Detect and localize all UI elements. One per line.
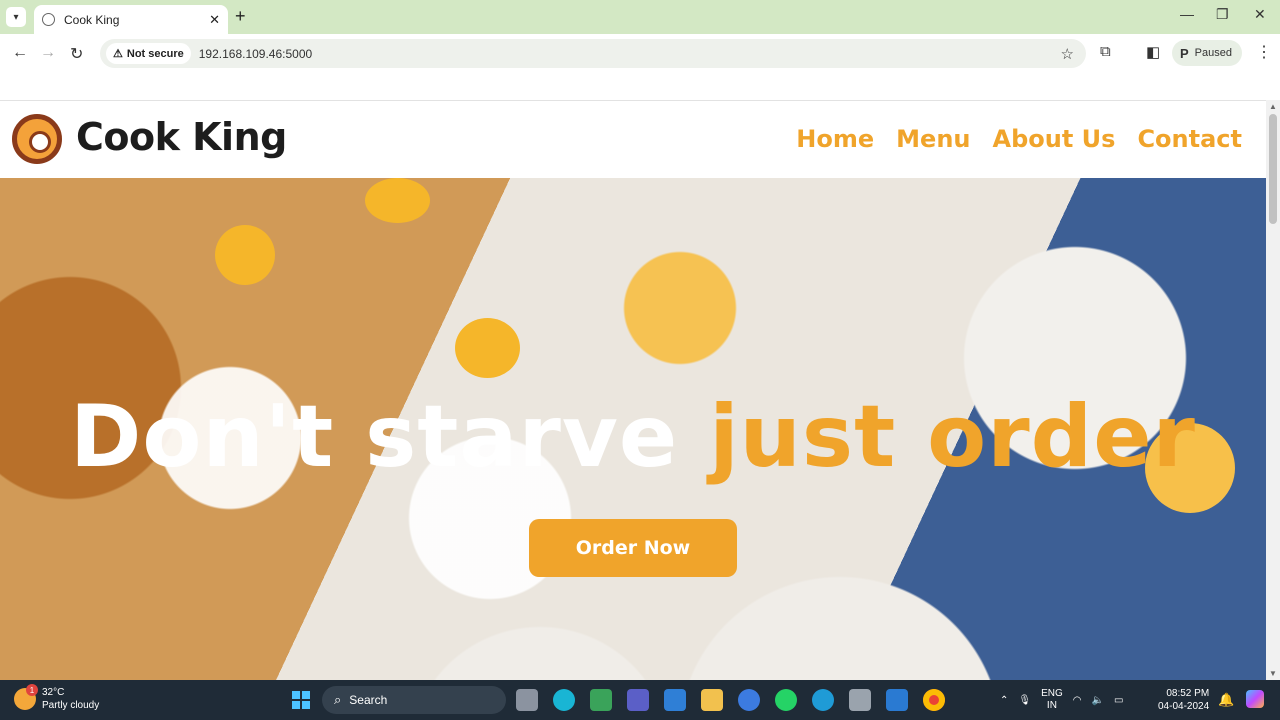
tab-search-button[interactable]: ▾ (6, 7, 26, 27)
battery-icon[interactable]: ▭ (1114, 695, 1123, 706)
nav-about-us[interactable]: About Us (993, 125, 1116, 153)
site-header: Cook King Home Menu About Us Contact (0, 101, 1266, 178)
system-tray: ⌃ 🎙 ENG IN ◠ 🔈 ▭ (1000, 688, 1123, 712)
nav-home[interactable]: Home (796, 125, 874, 153)
globe-icon (42, 13, 55, 26)
web-page: Cook King Home Menu About Us Contact Don… (0, 100, 1266, 680)
wifi-icon[interactable]: ◠ (1073, 695, 1082, 706)
meet-icon[interactable] (590, 689, 612, 711)
microphone-icon[interactable]: 🎙 (1018, 695, 1031, 706)
egg-yolk-image (215, 225, 275, 285)
windows-start-icon[interactable] (292, 691, 310, 709)
headline-white-text: Don't starve (70, 387, 710, 487)
url-text[interactable]: 192.168.109.46:5000 (199, 47, 312, 61)
lang-line2: IN (1046, 700, 1057, 711)
pinned-apps (516, 689, 945, 711)
egg-yolk-image (455, 318, 520, 378)
nav-menu[interactable]: Menu (896, 125, 970, 153)
browser-tab-bar: ▾ Cook King ✕ + — ❐ ✕ (0, 0, 1280, 34)
warning-icon: ⚠ (113, 48, 123, 60)
minimize-icon[interactable]: — (1180, 6, 1194, 22)
bookmark-star-icon[interactable]: ☆ (1061, 45, 1074, 63)
browser-toolbar: ← → ↻ ⚠ Not secure 192.168.109.46:5000 ☆… (0, 34, 1280, 72)
volume-icon[interactable]: 🔈 (1092, 695, 1104, 706)
vscode-icon[interactable] (886, 689, 908, 711)
back-icon[interactable]: ← (12, 44, 28, 62)
weather-condition: Partly cloudy (42, 700, 100, 711)
weather-widget[interactable]: 1 32°C Partly cloudy (14, 684, 100, 712)
notification-badge: 1 (26, 684, 38, 696)
side-panel-icon[interactable]: ◧ (1146, 43, 1160, 61)
file-explorer-icon[interactable] (701, 689, 723, 711)
clock-date: 04-04-2024 (1158, 701, 1210, 712)
store-icon[interactable] (664, 689, 686, 711)
address-bar[interactable]: ⚠ Not secure 192.168.109.46:5000 ☆ (100, 39, 1086, 68)
new-tab-button[interactable]: + (235, 6, 246, 27)
extensions-icon[interactable]: ⧉ (1100, 43, 1111, 60)
taskbar-search[interactable]: ⌕ Search (322, 686, 506, 714)
scrollbar-thumb[interactable] (1269, 114, 1277, 224)
nav-contact[interactable]: Contact (1137, 125, 1242, 153)
search-icon: ⌕ (334, 692, 342, 707)
tab-title: Cook King (64, 12, 120, 27)
weather-icon: 1 (14, 684, 38, 710)
profile-button[interactable]: P Paused (1172, 40, 1242, 66)
taskbar-clock[interactable]: 08:52 PM 04-04-2024 (1158, 687, 1209, 713)
teams-icon[interactable] (627, 689, 649, 711)
notification-bell-icon[interactable]: 🔔 (1218, 692, 1234, 708)
scroll-down-icon[interactable]: ▼ (1269, 669, 1277, 678)
copilot-icon[interactable] (1246, 690, 1264, 708)
chrome-icon[interactable] (923, 689, 945, 711)
profile-status: Paused (1194, 47, 1232, 59)
task-view-icon[interactable] (516, 689, 538, 711)
windows-taskbar: 1 32°C Partly cloudy ⌕ Search ⌃ 🎙 ENG IN… (0, 680, 1280, 720)
search-placeholder: Search (349, 693, 388, 707)
close-tab-icon[interactable]: ✕ (209, 12, 220, 28)
chevron-up-icon[interactable]: ⌃ (1000, 695, 1008, 706)
main-nav: Home Menu About Us Contact (796, 125, 1242, 153)
hero-headline: Don't starve just order (0, 387, 1266, 487)
forward-icon[interactable]: → (40, 44, 56, 62)
clock-time: 08:52 PM (1166, 688, 1210, 699)
app-icon[interactable] (738, 689, 760, 711)
order-now-button[interactable]: Order Now (529, 519, 737, 577)
edge-icon[interactable] (812, 689, 834, 711)
brand-name[interactable]: Cook King (76, 115, 287, 159)
close-window-icon[interactable]: ✕ (1254, 6, 1266, 23)
whatsapp-icon[interactable] (775, 689, 797, 711)
scroll-up-icon[interactable]: ▲ (1269, 102, 1277, 111)
profile-icon: P (1180, 45, 1189, 61)
chef-logo-icon[interactable] (12, 114, 62, 164)
headline-orange-text: just order (709, 387, 1196, 487)
egg-yolk-image (365, 178, 430, 223)
security-chip[interactable]: ⚠ Not secure (106, 43, 191, 64)
app-icon[interactable] (849, 689, 871, 711)
reload-icon[interactable]: ↻ (70, 44, 83, 64)
language-indicator[interactable]: ENG IN (1041, 688, 1063, 712)
lang-line1: ENG (1041, 688, 1063, 699)
more-menu-icon[interactable]: ⋮ (1256, 42, 1272, 62)
browser-tab[interactable]: Cook King ✕ (34, 5, 228, 34)
temperature: 32°C (42, 687, 65, 698)
page-scrollbar[interactable]: ▲ ▼ (1266, 100, 1280, 680)
security-label: Not secure (126, 47, 184, 60)
cortana-icon[interactable] (553, 689, 575, 711)
maximize-icon[interactable]: ❐ (1216, 6, 1229, 23)
